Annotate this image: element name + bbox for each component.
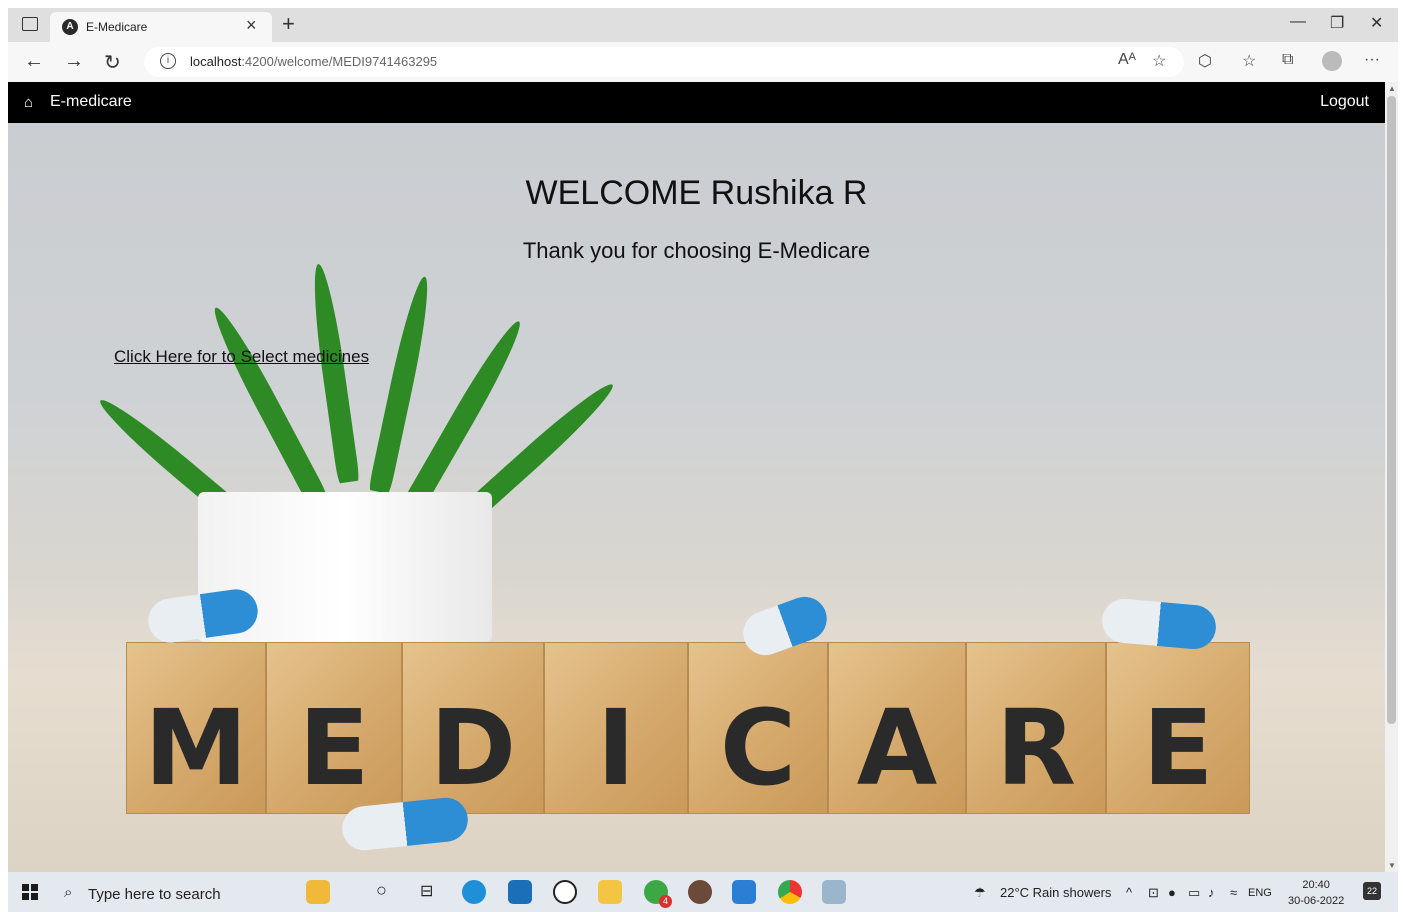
tab-title: E-Medicare bbox=[86, 20, 148, 34]
block-letter: D bbox=[429, 687, 517, 809]
url-text: localhost:4200/welcome/MEDI9741463295 bbox=[190, 54, 437, 69]
microphone-icon[interactable]: ● bbox=[1168, 885, 1176, 900]
site-info-icon[interactable]: i bbox=[160, 53, 176, 69]
restore-icon[interactable]: ❐ bbox=[1330, 13, 1344, 33]
task-view-icon[interactable]: ⊟ bbox=[420, 881, 433, 901]
address-bar: ← → ↻ i localhost:4200/welcome/MEDI97414… bbox=[8, 42, 1398, 82]
windows-taskbar: ⌕ Type here to search ○ ⊟ 4 ☂ 22°C Rain … bbox=[8, 872, 1398, 912]
clock-time: 20:40 bbox=[1302, 879, 1330, 891]
volume-icon[interactable]: ♪ bbox=[1208, 885, 1215, 900]
letter-block: R bbox=[966, 642, 1106, 814]
browser-tab-bar: A E-Medicare × + — ❐ ✕ bbox=[8, 8, 1398, 42]
search-icon: ⌕ bbox=[64, 884, 73, 901]
edge-browser-icon[interactable] bbox=[462, 880, 486, 904]
app-icon-2[interactable] bbox=[822, 880, 846, 904]
letter-block: E bbox=[1106, 642, 1250, 814]
meet-now-icon[interactable]: ⊡ bbox=[1148, 885, 1159, 901]
block-letter: E bbox=[1142, 687, 1214, 809]
block-letter: E bbox=[298, 687, 370, 809]
url-path: :4200/welcome/MEDI9741463295 bbox=[241, 54, 438, 69]
calendar-widget-icon[interactable] bbox=[306, 880, 330, 904]
dell-icon[interactable] bbox=[553, 880, 577, 904]
browser-tab[interactable]: A E-Medicare × bbox=[50, 12, 272, 42]
more-options-icon[interactable]: ··· bbox=[1364, 51, 1380, 69]
minimize-icon[interactable]: — bbox=[1290, 13, 1306, 31]
new-tab-icon[interactable]: + bbox=[282, 11, 295, 37]
file-explorer-icon[interactable] bbox=[598, 880, 622, 904]
angular-favicon-icon: A bbox=[62, 19, 78, 35]
chevron-up-icon[interactable]: ^ bbox=[1126, 885, 1132, 900]
collections-icon[interactable]: ⧉ bbox=[1282, 51, 1293, 69]
plant-leaf bbox=[307, 262, 360, 484]
block-letter: C bbox=[719, 687, 797, 809]
welcome-page: M E D I C A R E ⌂ E-medicare Logout WELC… bbox=[8, 82, 1385, 872]
game-app-icon[interactable] bbox=[688, 880, 712, 904]
logout-link[interactable]: Logout bbox=[1320, 93, 1369, 111]
scroll-thumb[interactable] bbox=[1387, 96, 1396, 724]
close-tab-icon[interactable]: × bbox=[246, 15, 257, 36]
url-field[interactable]: i localhost:4200/welcome/MEDI9741463295 bbox=[144, 47, 1184, 77]
block-letter: R bbox=[995, 687, 1077, 809]
clock-date: 30-06-2022 bbox=[1288, 895, 1345, 907]
refresh-icon[interactable]: ↻ bbox=[104, 50, 121, 75]
search-placeholder: Type here to search bbox=[88, 886, 221, 903]
select-medicines-link[interactable]: Click Here for to Select medicines bbox=[114, 347, 369, 367]
letter-block: I bbox=[544, 642, 688, 814]
letter-block: D bbox=[402, 642, 544, 814]
back-icon[interactable]: ← bbox=[24, 50, 44, 73]
windows-start-icon[interactable] bbox=[22, 884, 38, 900]
chrome-icon[interactable] bbox=[778, 880, 802, 904]
weather-icon[interactable]: ☂ bbox=[974, 885, 986, 901]
scroll-up-icon[interactable]: ▲ bbox=[1388, 84, 1396, 93]
block-letter: M bbox=[144, 687, 248, 809]
block-letter: I bbox=[596, 687, 636, 809]
system-clock[interactable]: 20:40 30-06-2022 bbox=[1288, 877, 1344, 909]
thank-you-text: Thank you for choosing E-Medicare bbox=[522, 238, 871, 263]
notification-center-icon[interactable]: 22 bbox=[1363, 882, 1381, 900]
page-scrollbar[interactable]: ▲ ▼ bbox=[1385, 82, 1398, 872]
cortana-icon[interactable]: ○ bbox=[376, 880, 387, 901]
letter-block: C bbox=[688, 642, 828, 814]
mail-icon[interactable] bbox=[508, 880, 532, 904]
block-letter: A bbox=[856, 687, 938, 809]
letter-block: A bbox=[828, 642, 966, 814]
app-badge: 4 bbox=[659, 895, 672, 908]
profile-avatar[interactable] bbox=[1322, 51, 1342, 71]
plant-leaf bbox=[206, 302, 329, 508]
wifi-icon[interactable]: ≈ bbox=[1230, 885, 1237, 900]
weather-text[interactable]: 22°C Rain showers bbox=[1000, 885, 1111, 900]
read-aloud-icon[interactable]: Aᴬ bbox=[1118, 51, 1136, 69]
brand-link[interactable]: E-medicare bbox=[50, 93, 132, 111]
tab-actions-icon[interactable] bbox=[22, 17, 38, 31]
close-window-icon[interactable]: ✕ bbox=[1370, 13, 1383, 33]
language-indicator[interactable]: ENG bbox=[1248, 887, 1272, 899]
letter-block: E bbox=[266, 642, 402, 814]
url-host: localhost bbox=[190, 54, 242, 69]
app-icon[interactable]: 4 bbox=[644, 880, 672, 908]
vscode-icon[interactable] bbox=[732, 880, 756, 904]
letter-block: M bbox=[126, 642, 266, 814]
top-navbar: ⌂ E-medicare Logout bbox=[8, 82, 1385, 123]
welcome-heading: WELCOME Rushika R bbox=[525, 174, 868, 212]
favorites-icon[interactable]: ☆ bbox=[1242, 51, 1256, 71]
battery-icon[interactable]: ▭ bbox=[1188, 885, 1200, 901]
taskbar-search[interactable]: ⌕ Type here to search bbox=[54, 878, 294, 908]
forward-icon[interactable]: → bbox=[64, 50, 84, 73]
favorite-star-icon[interactable]: ☆ bbox=[1152, 51, 1166, 71]
extensions-icon[interactable]: ⬡ bbox=[1198, 51, 1212, 71]
home-icon[interactable]: ⌂ bbox=[24, 94, 33, 111]
scroll-down-icon[interactable]: ▼ bbox=[1388, 861, 1396, 870]
